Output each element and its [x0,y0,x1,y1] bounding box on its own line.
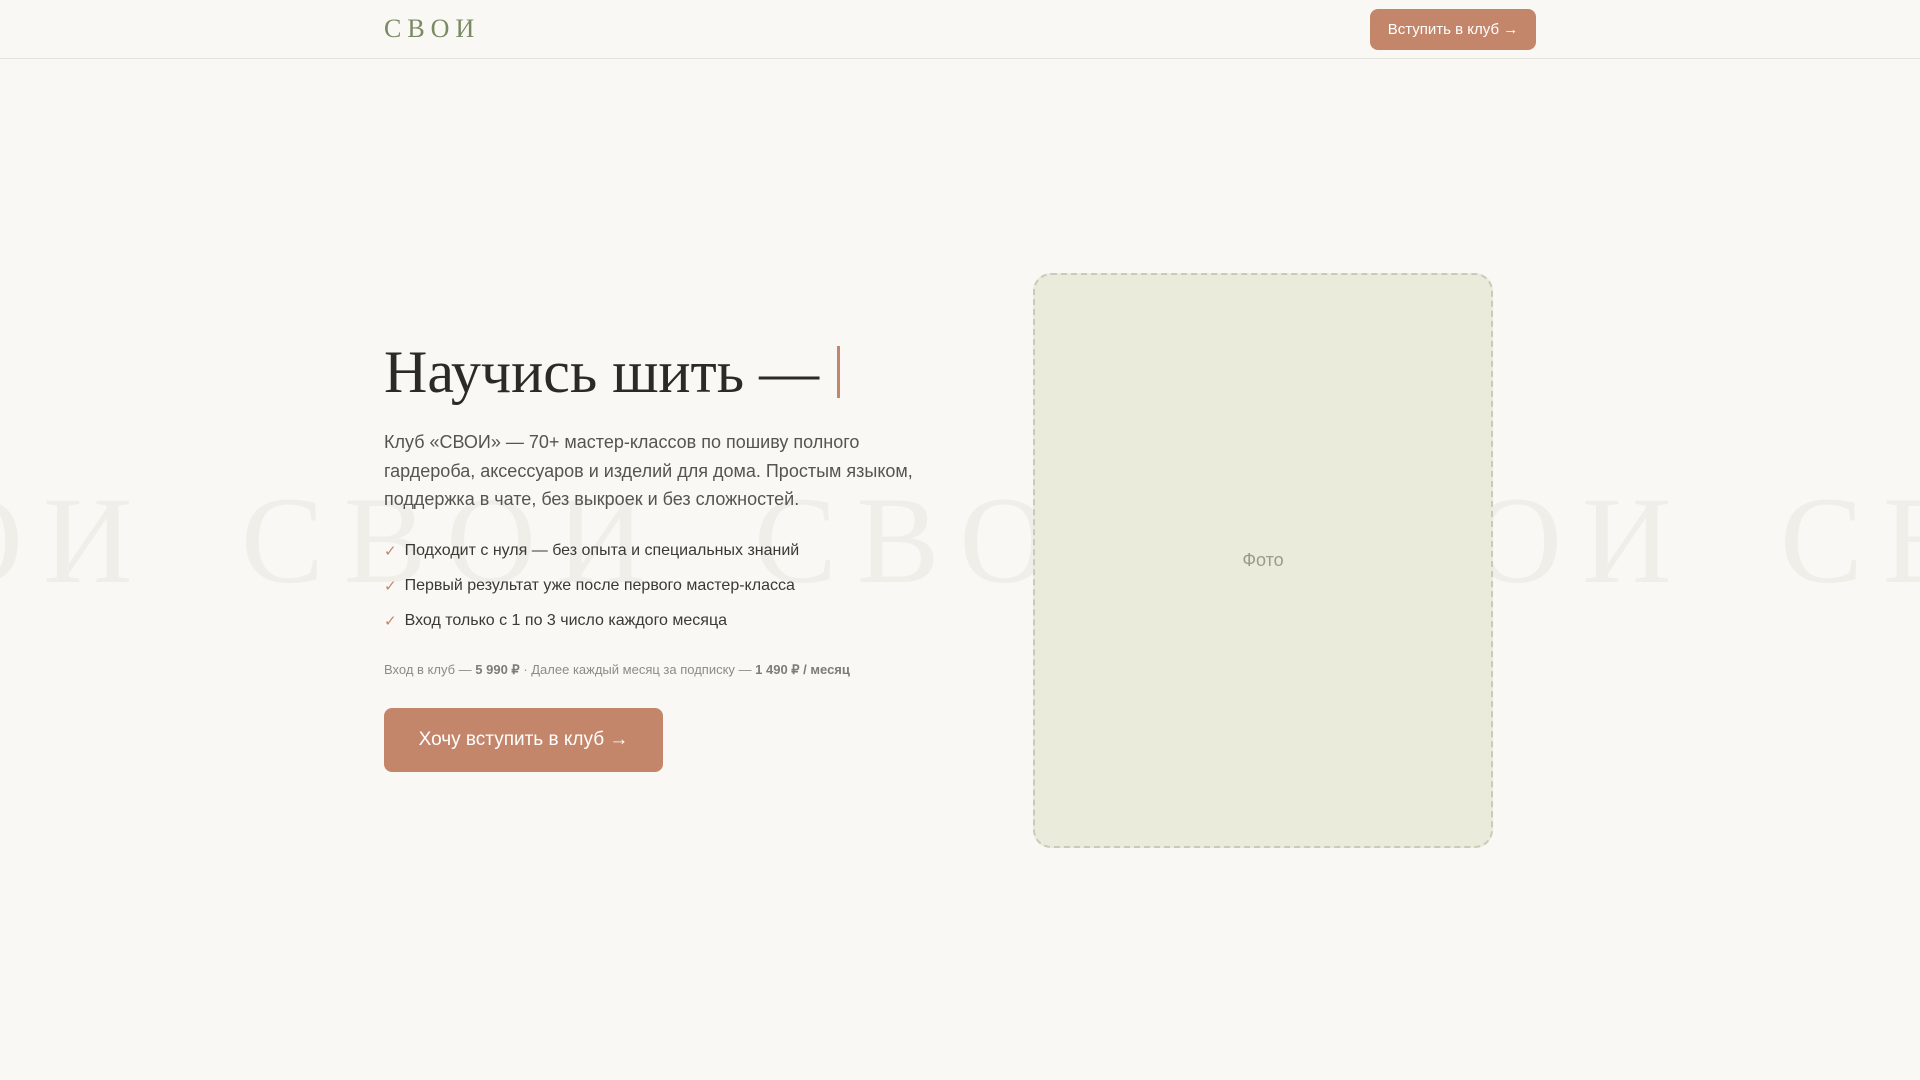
site-header: СВОИ Вступить в клуб → [0,0,1920,59]
feature-text: Первый результат уже после первого масте… [404,576,795,594]
typing-caret [837,346,841,398]
check-icon: ✓ [384,542,397,560]
price-info: Вход в клуб — 5 990 ₽ · Далее каждый мес… [384,662,944,678]
feature-text: Вход только с 1 по 3 число каждого месяц… [404,611,728,629]
price-sub-label: · Далее каждый месяц за подписку — [519,661,756,677]
hero-description: Клуб «СВОИ» — 70+ мастер-классов по поши… [384,432,913,509]
feature-item: ✓ Первый результат уже после первого маст… [384,577,944,612]
watermark-word: СВОИ [1780,472,1920,609]
watermark-word: СВОИ [0,472,153,609]
feature-item: ✓ Вход только с 1 по 3 число каждого меся… [384,612,944,647]
feature-item: ✓ Подходит с нуля — без опыта и специальн… [384,542,944,577]
feature-list: ✓ Подходит с нуля — без опыта и специальн… [384,542,944,647]
feature-text: Подходит с нуля — без опыта и специальны… [404,541,800,559]
check-icon: ✓ [384,612,397,630]
price-entry-label: Вход в клуб — [384,661,476,677]
price-sub-value: 1 490 ₽ / месяц [755,661,850,677]
watermark: СВОИСВОИСВОИСВОИСВОИ [0,470,1920,612]
join-club-button[interactable]: Вступить в клуб → [1370,9,1536,50]
hero-title-text: Научись шить — [384,339,820,405]
check-icon: ✓ [384,577,397,595]
price-entry-value: 5 990 ₽ [475,661,520,677]
cta-join-button[interactable]: Хочу вступить в клуб → [384,707,663,772]
hero-title: Научись шить — [384,330,944,414]
photo-placeholder-label: Фото [1242,550,1284,570]
photo-placeholder: Фото [1033,273,1493,848]
hero-section: Научись шить — Клуб «СВОИ» — 70+ мастер-… [384,330,944,772]
logo[interactable]: СВОИ [384,14,480,44]
